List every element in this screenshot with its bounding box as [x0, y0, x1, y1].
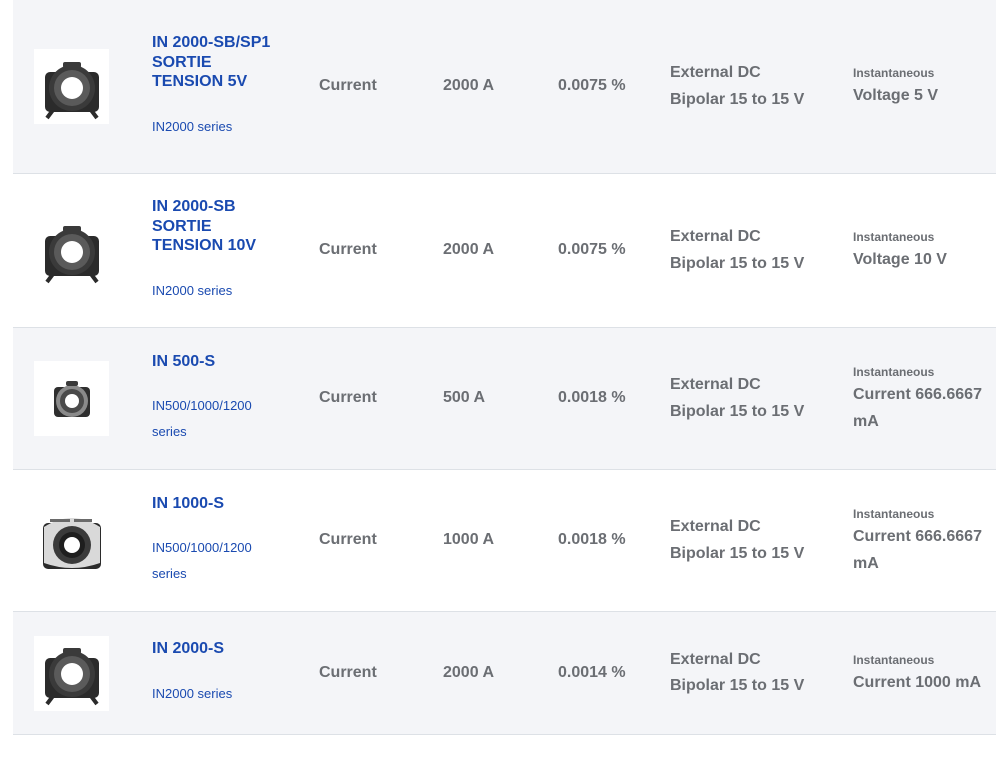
nominal-range: 500 A	[443, 389, 486, 407]
product-table: IN 2000-SB/SP1 SORTIE TENSION 5V IN2000 …	[13, 0, 996, 735]
accuracy: 0.0018 %	[558, 531, 626, 549]
output-label: Instantaneous	[853, 66, 935, 81]
range-cell: 2000 A	[443, 174, 494, 327]
supply-voltage: External DC Bipolar 15 to 15 V	[670, 650, 805, 695]
range-cell: 2000 A	[443, 0, 494, 173]
output-value: Current 666.6667 mA	[853, 386, 982, 430]
output-label: Instantaneous	[853, 365, 935, 379]
nominal-range: 2000 A	[443, 241, 494, 259]
measured-type: Current	[319, 389, 377, 407]
output-value: Voltage 5 V	[853, 87, 939, 105]
product-name-cell: IN 1000-S IN500/1000/1200 series	[152, 470, 282, 611]
accuracy-cell: 0.0018 %	[558, 328, 628, 469]
accuracy: 0.0018 %	[558, 389, 626, 407]
measured-type-cell: Current	[319, 612, 377, 734]
supply-cell: External DC Bipolar 15 to 15 V	[670, 174, 820, 327]
output-label: Instantaneous	[853, 507, 935, 521]
output-cell: Instantaneous Voltage 10 V	[853, 174, 988, 327]
product-image-cell	[34, 328, 109, 469]
table-row: IN 2000-SB/SP1 SORTIE TENSION 5V IN2000 …	[13, 0, 996, 174]
output-value: Current 1000 mA	[853, 673, 982, 691]
product-name-link[interactable]: IN 2000-SB/SP1 SORTIE TENSION 5V	[152, 33, 282, 92]
output-cell: Instantaneous Voltage 5 V	[853, 0, 988, 173]
measured-type: Current	[319, 663, 377, 681]
table-row: IN 2000-SB SORTIE TENSION 10V IN2000 ser…	[13, 174, 996, 328]
supply-voltage: External DC Bipolar 15 to 15 V	[670, 518, 805, 562]
product-name-link[interactable]: IN 2000-S	[152, 639, 224, 659]
output-cell: Instantaneous Current 1000 mA	[853, 612, 988, 734]
accuracy-cell: 0.0018 %	[558, 470, 628, 611]
accuracy: 0.0075 %	[558, 241, 626, 259]
product-thumbnail[interactable]	[34, 635, 109, 711]
measured-type-cell: Current	[319, 328, 377, 469]
table-row: IN 1000-S IN500/1000/1200 series Current…	[13, 470, 996, 612]
supply-voltage: External DC Bipolar 15 to 15 V	[670, 64, 805, 108]
product-name-cell: IN 500-S IN500/1000/1200 series	[152, 328, 282, 469]
output-label: Instantaneous	[853, 652, 935, 667]
product-name-cell: IN 2000-SB/SP1 SORTIE TENSION 5V IN2000 …	[152, 0, 282, 173]
supply-cell: External DC Bipolar 15 to 15 V	[670, 328, 820, 469]
output-cell: Instantaneous Current 666.6667 mA	[853, 328, 988, 469]
table-row: IN 500-S IN500/1000/1200 series Current …	[13, 328, 996, 470]
product-name-link[interactable]: IN 2000-SB SORTIE TENSION 10V	[152, 197, 282, 256]
product-image-cell	[34, 612, 109, 734]
range-cell: 2000 A	[443, 612, 494, 734]
product-series-link[interactable]: IN500/1000/1200 series	[152, 393, 267, 445]
nominal-range: 1000 A	[443, 531, 494, 549]
product-image-cell	[34, 174, 109, 327]
product-name-cell: IN 2000-SB SORTIE TENSION 10V IN2000 ser…	[152, 174, 282, 327]
measured-type: Current	[319, 531, 377, 549]
output-value: Voltage 10 V	[853, 251, 947, 269]
nominal-range: 2000 A	[443, 663, 494, 681]
sensor-ring-small-icon	[53, 380, 90, 417]
supply-cell: External DC Bipolar 15 to 15 V	[670, 470, 820, 611]
product-series-link[interactable]: IN2000 series	[152, 681, 267, 707]
measured-type: Current	[319, 241, 377, 259]
supply-voltage: External DC Bipolar 15 to 15 V	[670, 228, 805, 272]
range-cell: 500 A	[443, 328, 485, 469]
accuracy: 0.0075 %	[558, 77, 626, 95]
measured-type-cell: Current	[319, 174, 377, 327]
product-name-link[interactable]: IN 500-S	[152, 352, 215, 372]
nominal-range: 2000 A	[443, 77, 494, 95]
output-label: Instantaneous	[853, 230, 935, 245]
product-thumbnail[interactable]	[34, 361, 109, 436]
measured-type-cell: Current	[319, 470, 377, 611]
supply-cell: External DC Bipolar 15 to 15 V	[670, 0, 820, 173]
accuracy-cell: 0.0014 %	[558, 612, 628, 734]
sensor-ring-icon	[44, 61, 99, 119]
accuracy-cell: 0.0075 %	[558, 0, 628, 173]
product-series-link[interactable]: IN500/1000/1200 series	[152, 535, 267, 587]
product-series-link[interactable]: IN2000 series	[152, 278, 267, 304]
supply-cell: External DC Bipolar 15 to 15 V	[670, 612, 820, 734]
product-image-cell	[34, 0, 109, 173]
sensor-ring-icon	[44, 225, 99, 283]
sensor-ring-labeled-icon	[42, 517, 101, 569]
product-thumbnail[interactable]	[34, 503, 109, 578]
accuracy: 0.0014 %	[558, 663, 626, 681]
product-thumbnail[interactable]	[34, 213, 109, 288]
output-value: Current 666.6667 mA	[853, 528, 982, 572]
measured-type: Current	[319, 77, 377, 95]
product-name-link[interactable]: IN 1000-S	[152, 494, 224, 514]
product-thumbnail[interactable]	[34, 49, 109, 124]
measured-type-cell: Current	[319, 0, 377, 173]
table-row: IN 2000-S IN2000 series Current 2000 A 0…	[13, 612, 996, 735]
output-cell: Instantaneous Current 666.6667 mA	[853, 470, 988, 611]
product-image-cell	[34, 470, 109, 611]
supply-voltage: External DC Bipolar 15 to 15 V	[670, 376, 805, 420]
product-series-link[interactable]: IN2000 series	[152, 114, 267, 140]
range-cell: 1000 A	[443, 470, 494, 611]
sensor-ring-icon	[44, 648, 99, 706]
accuracy-cell: 0.0075 %	[558, 174, 628, 327]
product-name-cell: IN 2000-S IN2000 series	[152, 612, 282, 734]
